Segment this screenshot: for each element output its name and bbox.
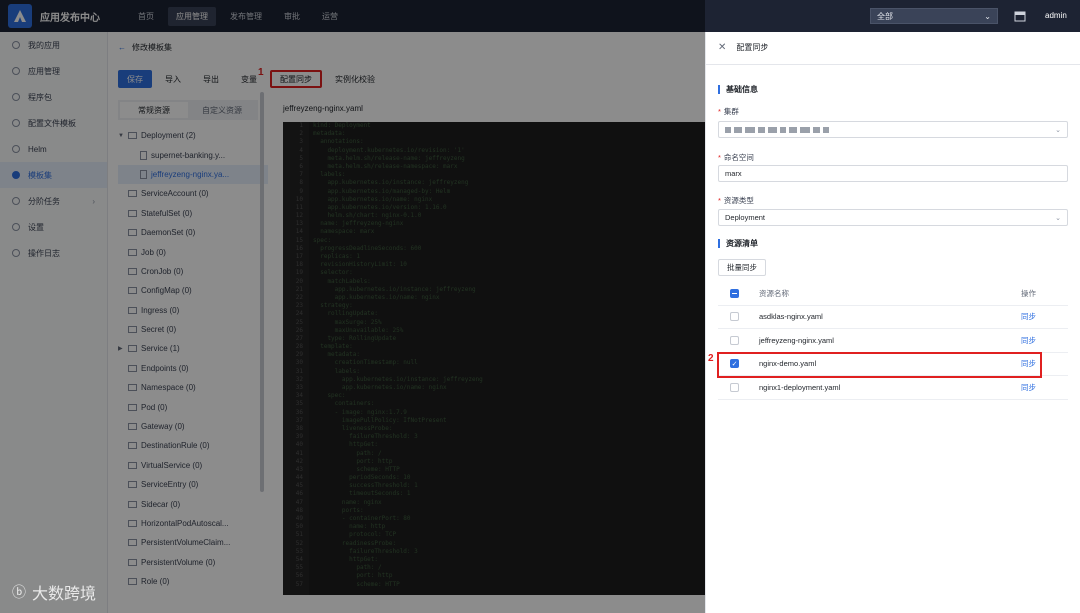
user-name[interactable]: admin — [1045, 11, 1067, 20]
drawer-title: 配置同步 — [736, 43, 769, 52]
table-row: jeffreyzeng-nginx.yaml 同步 — [718, 329, 1068, 353]
column-header-name: 资源名称 — [759, 288, 789, 298]
environment-select[interactable]: 全部 ⌄ — [870, 8, 998, 24]
chevron-down-icon: ⌄ — [1055, 126, 1061, 134]
config-sync-drawer: ✕ 配置同步 基础信息 * 集群 ⌄ * 命名空间 marx * 资源类型 Deplo… — [705, 32, 1080, 613]
drawer-divider — [706, 64, 1080, 65]
table-header-row: 资源名称 操作 — [718, 282, 1068, 306]
row-checkbox[interactable] — [730, 312, 739, 322]
chevron-down-icon: ⌄ — [984, 11, 991, 21]
batch-sync-button[interactable]: 批量同步 — [718, 259, 766, 276]
required-mark: * — [718, 153, 721, 162]
drawer-header: ✕ 配置同步 — [718, 42, 768, 53]
namespace-label-text: 命名空间 — [723, 153, 754, 162]
highlight-box — [717, 352, 1042, 378]
resource-name: jeffreyzeng-nginx.yaml — [759, 335, 834, 345]
watermark: ⓑ 大数跨境 — [12, 580, 96, 604]
modal-overlay[interactable] — [0, 0, 705, 613]
resource-type-label: * 资源类型 — [718, 195, 754, 206]
row-checkbox[interactable] — [730, 335, 739, 345]
required-mark: * — [718, 196, 721, 205]
namespace-value: marx — [725, 169, 742, 178]
resource-type-value: Deployment — [725, 213, 766, 222]
resource-name: nginx1-deployment.yaml — [759, 382, 841, 392]
sync-link[interactable]: 同步 — [1021, 382, 1036, 393]
close-icon[interactable]: ✕ — [718, 42, 726, 53]
select-all-checkbox[interactable] — [730, 288, 739, 298]
cluster-select[interactable]: ⌄ — [718, 121, 1068, 138]
table-row: asdklas-nginx.yaml 同步 — [718, 306, 1068, 329]
namespace-select[interactable]: marx — [718, 165, 1068, 182]
column-header-op: 操作 — [1021, 288, 1036, 298]
resource-type-select[interactable]: Deployment ⌄ — [718, 209, 1068, 226]
resource-table: 资源名称 操作 asdklas-nginx.yaml 同步 jeffreyzen… — [718, 282, 1068, 400]
required-mark: * — [718, 107, 721, 116]
section-basic-info: 基础信息 — [718, 85, 758, 94]
section-resource-list: 资源清单 — [718, 239, 758, 248]
resource-name: asdklas-nginx.yaml — [759, 312, 823, 322]
cluster-label: * 集群 — [718, 106, 739, 117]
namespace-label: * 命名空间 — [718, 152, 754, 163]
sync-link[interactable]: 同步 — [1021, 335, 1036, 346]
watermark-text: 大数跨境 — [32, 586, 97, 603]
calendar-icon[interactable] — [1014, 10, 1026, 22]
cluster-value-masked — [725, 126, 832, 133]
row-checkbox[interactable] — [730, 382, 739, 392]
resource-type-label-text: 资源类型 — [723, 196, 754, 205]
table-row: nginx1-deployment.yaml 同步 — [718, 376, 1068, 400]
annotation-mark-2: 2 — [708, 353, 714, 364]
environment-select-value: 全部 — [877, 11, 893, 21]
sync-link[interactable]: 同步 — [1021, 311, 1036, 322]
watermark-logo-icon: ⓑ — [12, 584, 26, 600]
chevron-down-icon: ⌄ — [1055, 214, 1061, 222]
cluster-label-text: 集群 — [723, 107, 739, 116]
